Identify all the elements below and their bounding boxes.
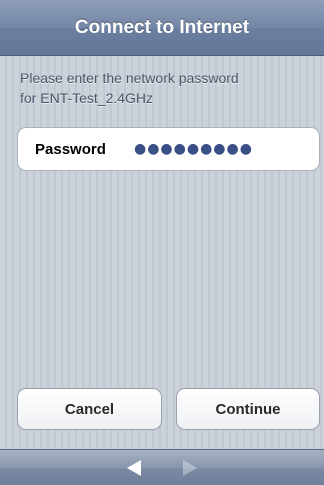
password-prompt: Please enter the network password for EN… [20, 68, 310, 108]
continue-button[interactable]: Continue [176, 388, 320, 430]
prompt-line-1: Please enter the network password [20, 70, 239, 86]
connect-screen: Connect to Internet Please enter the net… [0, 0, 324, 485]
prompt-line-2: for ENT-Test_2.4GHz [20, 90, 154, 106]
page-title: Connect to Internet [74, 16, 250, 38]
right-arrow-icon[interactable] [183, 460, 197, 476]
password-field[interactable]: Password ●●●●●●●●● [17, 127, 320, 171]
bottom-toolbar [0, 449, 324, 485]
password-input[interactable]: ●●●●●●●●● [134, 141, 253, 157]
title-bar: Connect to Internet [0, 0, 324, 56]
cancel-button[interactable]: Cancel [17, 388, 162, 430]
password-label: Password [35, 140, 106, 158]
left-arrow-icon[interactable] [127, 460, 141, 476]
